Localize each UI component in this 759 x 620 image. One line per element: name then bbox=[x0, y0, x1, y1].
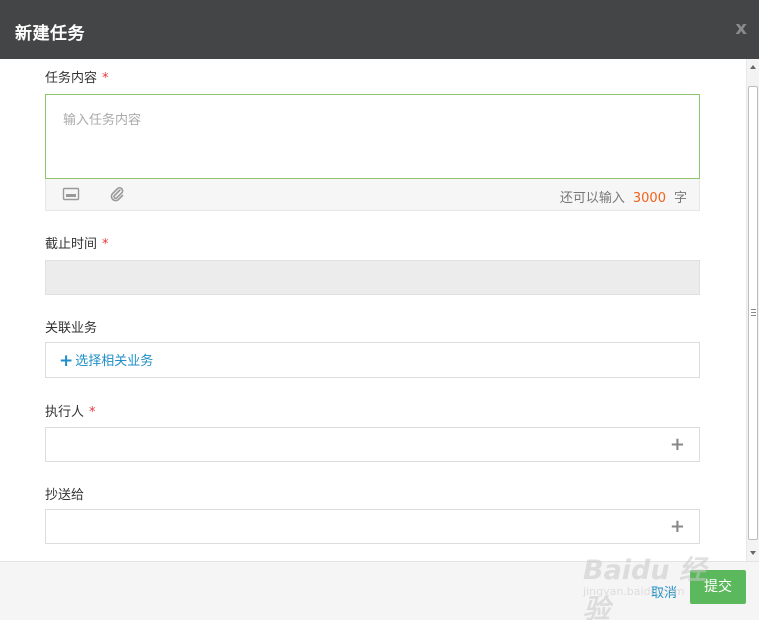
new-task-dialog: 新建任务 x 任务内容 * 输入任务内容 还可以输入 3000 字 截止时间 *… bbox=[0, 0, 759, 620]
scrollbar-thumb[interactable] bbox=[748, 86, 758, 540]
watermark-sub: jingyan.baidu.com bbox=[583, 585, 685, 598]
content-toolbar: 还可以输入 3000 字 bbox=[45, 179, 700, 211]
char-counter: 还可以输入 3000 字 bbox=[560, 187, 687, 206]
scroll-down-arrow-icon[interactable] bbox=[750, 551, 756, 555]
plus-icon: + bbox=[59, 351, 74, 371]
add-cc-icon[interactable]: + bbox=[670, 516, 685, 537]
deadline-label-text: 截止时间 bbox=[45, 237, 98, 252]
counter-value: 3000 bbox=[632, 191, 666, 206]
task-content-label: 任务内容 * bbox=[45, 67, 109, 86]
task-content-label-text: 任务内容 bbox=[45, 71, 98, 86]
close-button[interactable]: x bbox=[735, 18, 747, 39]
required-mark: * bbox=[102, 71, 109, 86]
deadline-input[interactable] bbox=[45, 260, 700, 295]
cc-label: 抄送给 bbox=[45, 488, 85, 503]
assignee-field[interactable]: + bbox=[45, 427, 700, 462]
deadline-label: 截止时间 * bbox=[45, 233, 109, 252]
related-business-field: + 选择相关业务 bbox=[45, 342, 700, 378]
vertical-scrollbar[interactable] bbox=[746, 59, 759, 561]
counter-suffix: 字 bbox=[673, 191, 687, 206]
related-business-label: 关联业务 bbox=[45, 321, 98, 336]
task-content-input[interactable]: 输入任务内容 bbox=[45, 94, 700, 179]
dialog-title: 新建任务 bbox=[15, 24, 85, 44]
required-mark: * bbox=[102, 237, 109, 252]
task-content-placeholder: 输入任务内容 bbox=[63, 113, 142, 128]
scroll-up-arrow-icon[interactable] bbox=[750, 65, 756, 69]
watermark-text: Baidu 经验 bbox=[583, 555, 707, 620]
paperclip-icon[interactable] bbox=[108, 186, 126, 202]
required-mark: * bbox=[89, 405, 96, 420]
dialog-header: 新建任务 x bbox=[0, 0, 759, 59]
dialog-body: 任务内容 * 输入任务内容 还可以输入 3000 字 截止时间 * 关联业务 +… bbox=[0, 59, 746, 561]
select-business-text: 选择相关业务 bbox=[75, 354, 154, 369]
scrollbar-grip-icon bbox=[751, 309, 756, 316]
baidu-watermark: Baidu 经验 jingyan.baidu.com bbox=[583, 540, 723, 620]
assignee-label: 执行人 * bbox=[45, 401, 96, 420]
image-icon[interactable] bbox=[62, 186, 80, 202]
select-business-link[interactable]: + 选择相关业务 bbox=[59, 350, 154, 371]
counter-prefix: 还可以输入 bbox=[559, 191, 625, 206]
cc-field[interactable]: + bbox=[45, 509, 700, 544]
add-assignee-icon[interactable]: + bbox=[670, 434, 685, 455]
assignee-label-text: 执行人 bbox=[45, 405, 85, 420]
